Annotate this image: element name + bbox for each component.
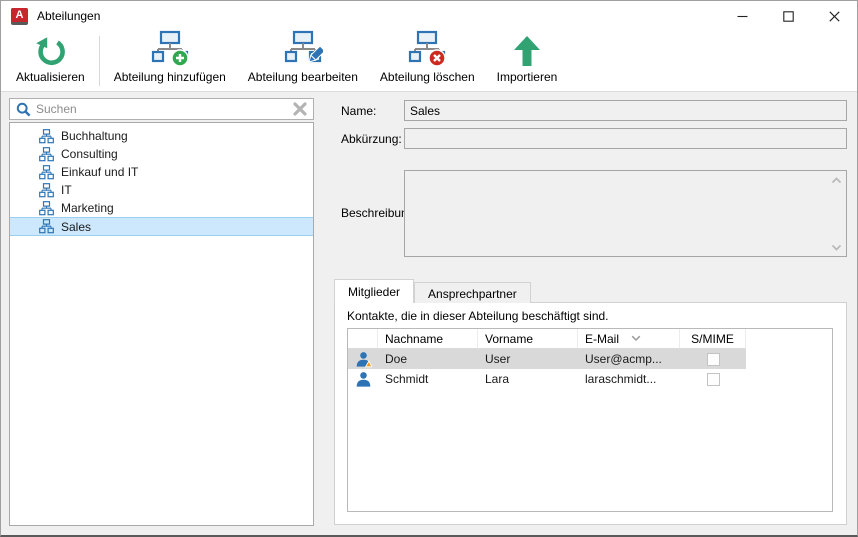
org-chart-icon xyxy=(39,183,54,198)
abbreviation-label: Abkürzung: xyxy=(341,132,402,146)
members-table-header: Nachname Vorname E-Mail S/MIME xyxy=(348,329,832,349)
department-list-item[interactable]: Buchhaltung xyxy=(10,127,313,145)
org-edit-icon xyxy=(283,30,323,68)
department-list-item[interactable]: IT xyxy=(10,181,313,199)
department-list-item[interactable]: Sales xyxy=(10,217,313,236)
cell-smime xyxy=(680,353,746,366)
member-row[interactable]: Doe User User@acmp... xyxy=(348,349,746,369)
app-icon: A xyxy=(11,8,28,25)
org-chart-icon xyxy=(39,219,54,234)
members-table-body: Doe User User@acmp... Schmidt Lara laras… xyxy=(348,349,832,389)
import-button[interactable]: Importieren xyxy=(486,31,569,91)
cell-smime xyxy=(680,373,746,386)
org-chart-icon xyxy=(39,165,54,180)
smime-checkbox[interactable] xyxy=(707,373,720,386)
department-label: Sales xyxy=(61,220,91,234)
members-panel: Kontakte, die in dieser Abteilung beschä… xyxy=(334,302,847,525)
department-list-item[interactable]: Marketing xyxy=(10,199,313,217)
delete-department-button[interactable]: Abteilung löschen xyxy=(369,31,486,91)
close-button[interactable] xyxy=(811,1,857,31)
org-delete-icon xyxy=(407,30,447,68)
edit-department-button[interactable]: Abteilung bearbeiten xyxy=(237,31,369,91)
header-filler xyxy=(746,329,832,349)
import-label: Importieren xyxy=(497,70,558,84)
toolbar-separator xyxy=(99,36,100,86)
contact-icon-cell xyxy=(348,351,378,368)
person-icon xyxy=(355,371,372,388)
department-label: IT xyxy=(61,183,72,197)
department-list-item[interactable]: Consulting xyxy=(10,145,313,163)
header-icon-column[interactable] xyxy=(348,329,378,349)
edit-department-label: Abteilung bearbeiten xyxy=(248,70,358,84)
org-chart-icon xyxy=(39,147,54,162)
maximize-icon xyxy=(783,11,794,22)
delete-department-label: Abteilung löschen xyxy=(380,70,475,84)
cell-email: User@acmp... xyxy=(578,352,680,366)
department-list: Buchhaltung Consulting Einkauf und IT IT xyxy=(9,122,314,526)
name-label: Name: xyxy=(341,104,376,118)
department-list-item[interactable]: Einkauf und IT xyxy=(10,163,313,181)
window-controls xyxy=(719,1,857,31)
refresh-icon xyxy=(34,34,67,68)
department-label: Einkauf und IT xyxy=(61,165,138,179)
org-chart-icon xyxy=(39,201,54,216)
cell-vorname: Lara xyxy=(478,372,578,386)
maximize-button[interactable] xyxy=(765,1,811,31)
org-add-icon xyxy=(150,30,190,68)
cell-email: laraschmidt... xyxy=(578,372,680,386)
smime-checkbox[interactable] xyxy=(707,353,720,366)
scroll-up-icon[interactable] xyxy=(830,175,842,185)
search-input[interactable] xyxy=(36,102,288,116)
members-caption: Kontakte, die in dieser Abteilung beschä… xyxy=(347,309,609,323)
sort-chevron-down-icon xyxy=(631,335,641,342)
departments-window: A Abteilungen Aktualisieren xyxy=(0,0,858,537)
abbreviation-field[interactable] xyxy=(404,128,847,149)
department-label: Consulting xyxy=(61,147,118,161)
minimize-button[interactable] xyxy=(719,1,765,31)
header-email[interactable]: E-Mail xyxy=(578,329,680,349)
close-icon xyxy=(829,11,840,22)
header-email-label: E-Mail xyxy=(585,332,619,346)
cell-nachname: Doe xyxy=(378,352,478,366)
app-icon-letter: A xyxy=(11,8,28,23)
refresh-button[interactable]: Aktualisieren xyxy=(5,31,96,91)
header-nachname[interactable]: Nachname xyxy=(378,329,478,349)
clear-search-icon[interactable] xyxy=(293,102,307,116)
add-department-button[interactable]: Abteilung hinzufügen xyxy=(103,31,237,91)
person-icon xyxy=(355,351,372,368)
minimize-icon xyxy=(737,11,748,22)
header-vorname[interactable]: Vorname xyxy=(478,329,578,349)
detail-tabs: Mitglieder Ansprechpartner xyxy=(334,279,531,303)
header-smime[interactable]: S/MIME xyxy=(680,329,746,349)
titlebar: A Abteilungen xyxy=(1,1,857,31)
search-box xyxy=(9,98,314,120)
tab-ansprechpartner[interactable]: Ansprechpartner xyxy=(414,282,531,303)
toolbar: Aktualisieren Abteilung hinzufügen xyxy=(1,31,857,92)
add-department-label: Abteilung hinzufügen xyxy=(114,70,226,84)
cell-vorname: User xyxy=(478,352,578,366)
main-area: Buchhaltung Consulting Einkauf und IT IT xyxy=(1,92,857,535)
window-title: Abteilungen xyxy=(37,9,100,23)
tab-mitglieder[interactable]: Mitglieder xyxy=(334,279,414,303)
name-field[interactable] xyxy=(404,100,847,121)
description-field[interactable] xyxy=(404,170,847,257)
member-row[interactable]: Schmidt Lara laraschmidt... xyxy=(348,369,746,389)
import-icon xyxy=(512,34,542,68)
department-label: Marketing xyxy=(61,201,114,215)
scroll-down-icon[interactable] xyxy=(830,242,842,252)
org-chart-icon xyxy=(39,129,54,144)
search-icon xyxy=(16,102,31,117)
department-label: Buchhaltung xyxy=(61,129,128,143)
cell-nachname: Schmidt xyxy=(378,372,478,386)
members-table: Nachname Vorname E-Mail S/MIME xyxy=(347,328,833,512)
contact-icon-cell xyxy=(348,371,378,388)
refresh-label: Aktualisieren xyxy=(16,70,85,84)
